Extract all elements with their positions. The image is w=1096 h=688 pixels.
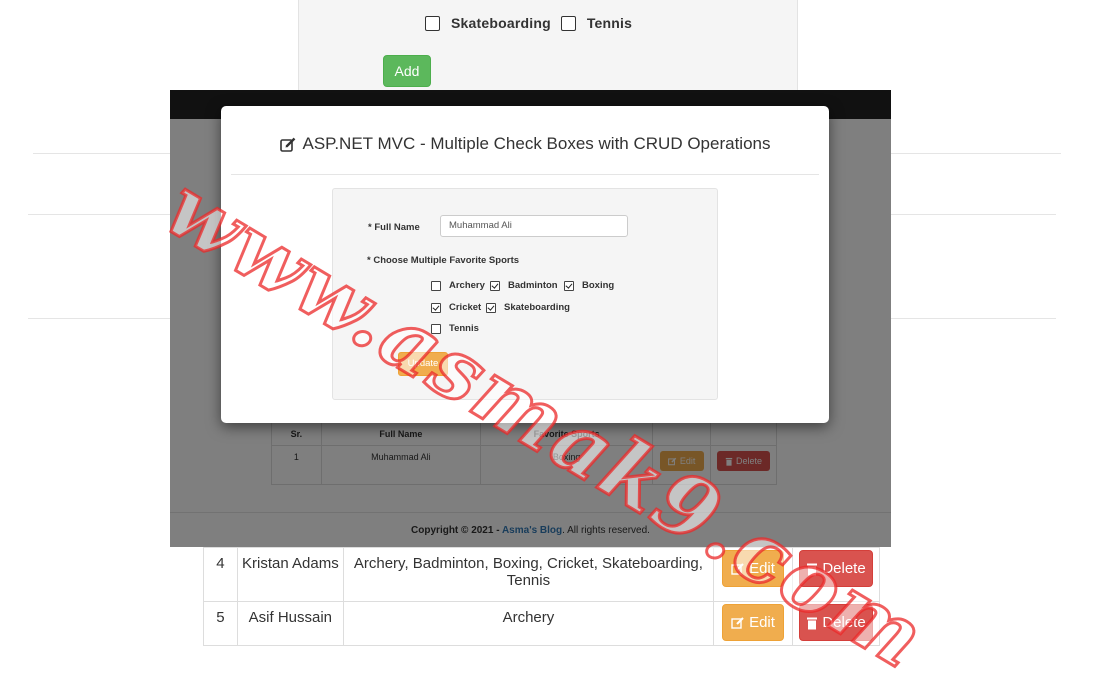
row-sports: Archery, Badminton, Boxing, Cricket, Ska… [342,547,715,602]
table-row: 4 Kristan Adams Archery, Badminton, Boxi… [203,547,880,602]
bg-sports-row: Skateboarding Tennis [425,12,642,34]
badminton-label: Badminton [508,280,558,291]
edit-button[interactable]: Edit [722,550,785,587]
add-button[interactable]: Add [383,55,431,87]
sport-option-cricket[interactable]: Cricket [431,302,481,313]
sport-option-tennis[interactable]: Tennis [431,323,479,334]
skateboarding-label: Skateboarding [504,302,570,313]
sport-option-boxing[interactable]: Boxing [564,280,614,291]
modal-title: ASP.NET MVC - Multiple Check Boxes with … [221,134,829,154]
delete-button[interactable]: Delete [799,550,873,587]
trash-icon [807,617,818,629]
edit-modal: ASP.NET MVC - Multiple Check Boxes with … [221,106,829,423]
edit-label: Edit [749,560,775,577]
skateboarding-checkbox[interactable] [425,15,440,31]
records-table: 4 Kristan Adams Archery, Badminton, Boxi… [203,547,880,646]
edit-label: Edit [749,614,775,631]
row-sports: Archery [342,601,715,646]
badminton-checkbox[interactable] [490,280,500,291]
delete-button[interactable]: Delete [799,604,873,641]
full-name-label: * Full Name [368,222,420,233]
edit-icon [731,616,744,629]
edit-icon [731,562,744,575]
sport-option-badminton[interactable]: Badminton [490,280,558,291]
edit-button[interactable]: Edit [722,604,785,641]
table-row: 5 Asif Hussain Archery Edit Delete [203,601,880,646]
tennis-label: Tennis [449,323,479,334]
row-sr: 4 [203,547,238,602]
tennis-checkbox[interactable] [431,323,441,334]
delete-label: Delete [822,560,866,577]
edit-icon [279,137,295,152]
modal-title-text: ASP.NET MVC - Multiple Check Boxes with … [302,134,771,153]
archery-label: Archery [449,280,485,291]
edit-form: * Full Name Muhammad Ali * Choose Multip… [332,188,718,400]
delete-label: Delete [822,614,866,631]
cricket-checkbox[interactable] [431,302,441,313]
tennis-label: Tennis [586,15,633,31]
archery-checkbox[interactable] [431,280,441,291]
boxing-label: Boxing [582,280,615,291]
tennis-checkbox[interactable] [560,15,576,31]
trash-icon [807,563,818,575]
row-sr: 5 [203,601,238,646]
update-button[interactable]: Update [398,352,448,376]
row-name: Asif Hussain [236,601,344,646]
sport-option-archery[interactable]: Archery [431,280,485,291]
modal-divider [231,174,819,175]
sport-option-skateboarding[interactable]: Skateboarding [486,302,570,313]
sports-label: * Choose Multiple Favorite Sports [367,255,520,266]
skateboarding-checkbox[interactable] [486,302,496,313]
row-name: Kristan Adams [236,547,344,602]
skateboarding-label: Skateboarding [451,15,551,31]
boxing-checkbox[interactable] [564,280,574,291]
full-name-input[interactable]: Muhammad Ali [440,215,628,237]
cricket-label: Cricket [449,302,482,313]
